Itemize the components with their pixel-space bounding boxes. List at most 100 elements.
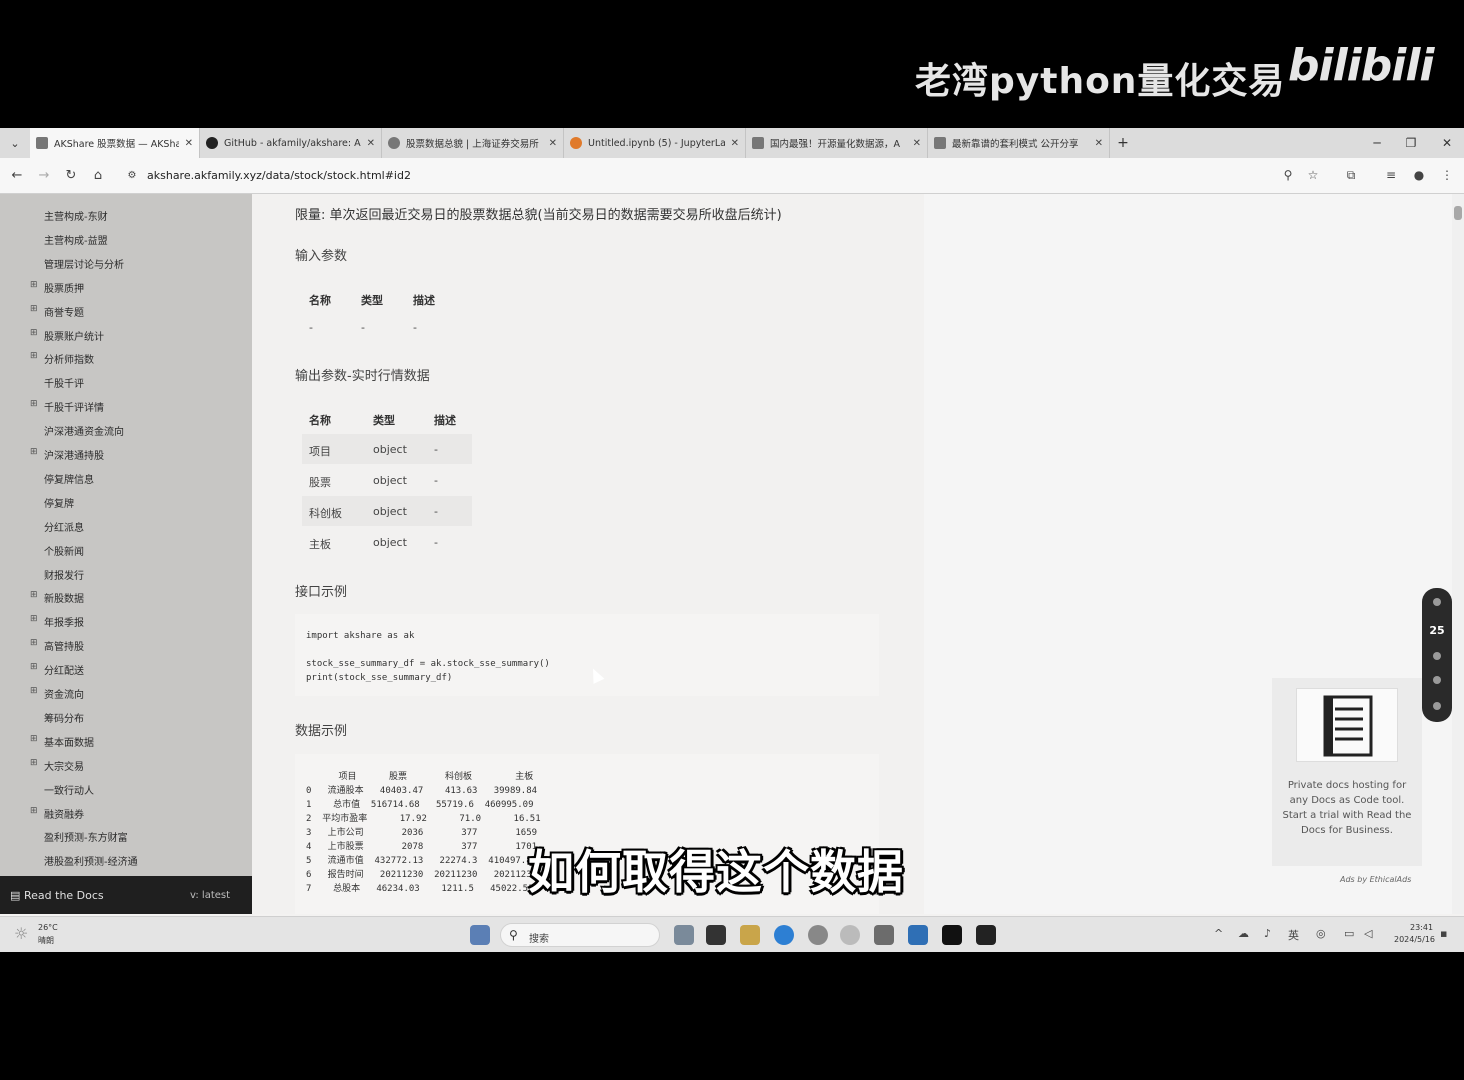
chrome-icon[interactable] [808,925,828,945]
notification-icon[interactable]: ▪ [1440,927,1447,940]
sidebar-item[interactable]: 沪深港通资金流向 [44,423,124,438]
expand-icon[interactable]: ⊞ [30,280,38,290]
sidebar-item[interactable]: 主营构成-东财 [44,208,108,223]
expand-icon[interactable]: ⊞ [30,399,38,409]
playlist-icon[interactable]: ≡ [1383,168,1399,182]
expand-icon[interactable]: ⊞ [30,734,38,744]
tab-bilibili-2[interactable]: 最新靠谱的套利模式 公开分享 ✕ [928,128,1110,158]
display-icon[interactable]: ▭ [1344,927,1354,940]
file-explorer-icon[interactable] [740,925,760,945]
expand-icon[interactable]: ⊞ [30,328,38,338]
version-selector[interactable]: v: latest [190,890,230,901]
sidebar-item[interactable]: 千股千评详情 [44,399,104,414]
sidebar-item[interactable]: 停复牌 [44,495,74,510]
sidebar-item[interactable]: 一致行动人 [44,782,94,797]
expand-icon[interactable]: ⊞ [30,638,38,648]
weather-temp[interactable]: 26°C [38,923,58,932]
sidebar-item[interactable]: 财报发行 [44,567,84,582]
sidebar-item[interactable]: 个股新闻 [44,543,84,558]
tab-sse[interactable]: 股票数据总貌 | 上海证券交易所 ✕ [382,128,564,158]
expand-icon[interactable]: ⊞ [30,758,38,768]
more-menu-icon[interactable]: ⋮ [1439,168,1455,182]
zoom-icon[interactable]: ⚲ [1280,168,1296,182]
start-icon[interactable] [470,925,490,945]
panel-dot-icon[interactable] [1433,676,1441,684]
close-icon[interactable]: ✕ [367,138,375,149]
sidebar-item[interactable]: 基本面数据 [44,734,94,749]
ime-indicator[interactable]: 英 [1288,927,1299,943]
sidebar-item[interactable]: 商誉专题 [44,304,84,319]
expand-icon[interactable]: ⊞ [30,662,38,672]
danmaku-float-panel[interactable]: 25 [1422,588,1452,722]
sidebar-item[interactable]: 分析师指数 [44,351,94,366]
terminal-icon[interactable] [706,925,726,945]
expand-icon[interactable]: ⊞ [30,447,38,457]
clock-time[interactable]: 23:41 [1410,923,1433,932]
url-field[interactable]: akshare.akfamily.xyz/data/stock/stock.ht… [147,169,411,182]
ethical-ad[interactable]: Private docs hosting for any Docs as Cod… [1272,678,1422,866]
sidebar-item[interactable]: 千股千评 [44,375,84,390]
site-info-icon[interactable]: ⚙ [123,167,141,185]
sidebar-item[interactable]: 分红配送 [44,662,84,677]
sidebar-item[interactable]: 大宗交易 [44,758,84,773]
tab-list-chevron-icon[interactable]: ⌄ [0,137,30,150]
network-icon[interactable]: ◎ [1316,927,1326,940]
wps-icon[interactable] [874,925,894,945]
reload-icon[interactable]: ↻ [62,167,80,185]
clock-date[interactable]: 2024/5/16 [1394,935,1435,944]
profile-avatar-icon[interactable]: ● [1411,168,1427,182]
search-app-icon[interactable] [840,925,860,945]
task-view-icon[interactable] [674,925,694,945]
close-icon[interactable]: ✕ [1095,138,1103,149]
cloud-icon[interactable]: ☁ [1238,927,1249,940]
mic-icon[interactable]: ♪ [1264,927,1271,940]
sidebar-item[interactable]: 港股盈利预测-经济通 [44,853,138,868]
taskbar-search[interactable]: ⚲ 搜索 [500,923,660,947]
read-the-docs-bar[interactable]: ▤ Read the Docs v: latest [0,876,252,914]
expand-icon[interactable]: ⊞ [30,304,38,314]
scrollbar-thumb[interactable] [1454,206,1462,220]
edge-icon[interactable] [774,925,794,945]
star-icon[interactable]: ☆ [1305,168,1321,182]
tab-jupyter[interactable]: Untitled.ipynb (5) - JupyterLa ✕ [564,128,746,158]
forward-icon[interactable]: → [35,167,53,185]
panel-dot-icon[interactable] [1433,598,1441,606]
tab-bilibili-1[interactable]: 国内最强！开源量化数据源，A ✕ [746,128,928,158]
ad-attribution[interactable]: Ads by EthicalAds [1340,875,1411,884]
close-icon[interactable]: ✕ [549,138,557,149]
weather-icon[interactable]: ☼ [14,924,28,943]
restore-button[interactable]: ❐ [1394,128,1428,158]
expand-icon[interactable]: ⊞ [30,686,38,696]
expand-icon[interactable]: ⊞ [30,590,38,600]
sidebar-item[interactable]: 停复牌信息 [44,471,94,486]
sidebar-item[interactable]: 新股数据 [44,590,84,605]
sidebar-item[interactable]: 盈利预测-东方财富 [44,829,128,844]
sidebar-item[interactable]: 高管持股 [44,638,84,653]
sidebar-item[interactable]: 沪深港通持股 [44,447,104,462]
expand-icon[interactable]: ⊞ [30,614,38,624]
extensions-icon[interactable]: ⧉ [1343,168,1359,183]
sidebar-item[interactable]: 年报季报 [44,614,84,629]
panel-dot-icon[interactable] [1433,702,1441,710]
expand-icon[interactable]: ⊞ [30,351,38,361]
vscode-icon[interactable] [908,925,928,945]
sidebar-item[interactable]: 分红派息 [44,519,84,534]
sidebar-item[interactable]: 股票账户统计 [44,328,104,343]
panel-dot-icon[interactable] [1433,652,1441,660]
expand-icon[interactable]: ⊞ [30,806,38,816]
close-icon[interactable]: ✕ [913,138,921,149]
sidebar-item[interactable]: 管理层讨论与分析 [44,256,124,271]
close-icon[interactable]: ✕ [731,138,739,149]
minimize-button[interactable]: ─ [1360,128,1394,158]
sidebar-item[interactable]: 主营构成-益盟 [44,232,108,247]
sidebar-item[interactable]: 资金流向 [44,686,84,701]
tab-github[interactable]: GitHub - akfamily/akshare: A ✕ [200,128,382,158]
scrollbar[interactable] [1452,194,1464,914]
close-icon[interactable]: ✕ [185,138,193,149]
tab-akshare[interactable]: AKShare 股票数据 — AKShare ✕ [30,128,200,158]
sidebar-item[interactable]: 股票质押 [44,280,84,295]
sidebar-item[interactable]: 筹码分布 [44,710,84,725]
new-tab-button[interactable]: + [1110,135,1136,151]
ad-text[interactable]: Private docs hosting for any Docs as Cod… [1280,778,1414,838]
weather-condition[interactable]: 晴朗 [38,935,54,946]
